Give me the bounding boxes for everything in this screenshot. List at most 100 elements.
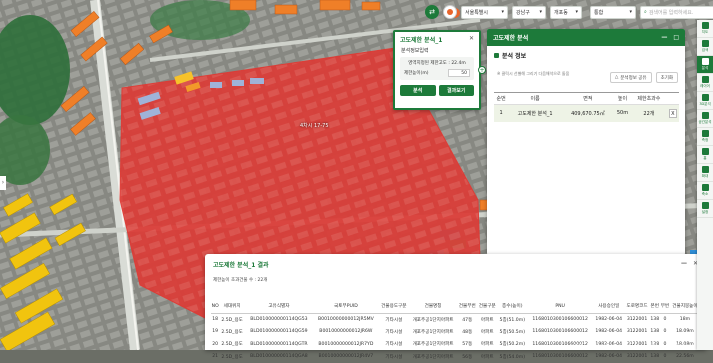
rail-item[interactable]: 측정	[697, 128, 713, 146]
minimize-icon[interactable]: —	[661, 34, 667, 41]
results-cell: 19	[211, 326, 219, 339]
table-row[interactable]: 182.5D_용도BLD010000000114QG53B00100000000…	[211, 313, 700, 326]
cell-height: 50m	[614, 105, 631, 122]
status-item: ⛰ 고도 43m	[621, 343, 642, 349]
rail-item[interactable]: 축소	[697, 182, 713, 200]
analysis-table: 순번 이름 면적 높이 제한초과수 1 고도제한 분석_1 409,670.75…	[494, 92, 679, 122]
results-panel: 고도제한 분석_1 결과 — ✕ 제한높이 초과건물 수 : 22개 NO세대위…	[205, 254, 706, 350]
analyze-button[interactable]: 분석	[400, 85, 436, 96]
popup-subtitle: 분석정보입력	[395, 47, 479, 54]
results-cell: 138	[650, 313, 660, 326]
rail-item-label: 지도	[702, 30, 708, 35]
layer-toggle-icon[interactable]: ⇄	[425, 5, 439, 19]
rail-item[interactable]: 검색	[697, 38, 713, 56]
rail-item-icon	[702, 184, 709, 191]
results-col-header: 건물명칭	[409, 300, 457, 313]
rail-item-label: 홈	[703, 156, 706, 161]
region-select-3[interactable]: 개포동▾	[550, 6, 582, 19]
panel-title: 고도제한 분석	[493, 33, 528, 42]
rail-item[interactable]: 공간분석	[697, 110, 713, 128]
results-cell: 18.09m	[670, 326, 700, 339]
results-cell: B0010000000012JR6W	[313, 326, 379, 339]
share-analysis-button[interactable]: △분석정보 공유	[610, 72, 652, 83]
results-cell: 18	[211, 313, 219, 326]
results-cell: 1982-06-04	[593, 313, 625, 326]
rail-item-label: 확대	[702, 174, 708, 179]
left-collapse-button[interactable]: ›	[0, 176, 6, 190]
results-cell: 기타시설	[379, 351, 409, 363]
col-header: 제한초과수	[631, 93, 666, 105]
limit-input[interactable]: 50	[448, 69, 470, 77]
rail-item-icon	[702, 76, 709, 83]
close-icon[interactable]: ✕	[469, 35, 474, 44]
results-cell: 47동	[457, 313, 477, 326]
minimize-icon[interactable]: —	[681, 260, 687, 269]
rail-item-label: 분석	[702, 66, 708, 71]
right-toolbar: 지도검색분석레이어3D분석공간분석측정홈확대축소설정	[697, 20, 713, 350]
rail-item[interactable]: 홈	[697, 146, 713, 164]
reset-button[interactable]: 초기화	[656, 72, 678, 83]
status-item: ◎ 위경도 37.48°, 127.08°	[570, 343, 617, 349]
results-cell: BLD010000000114QGA8	[245, 351, 313, 363]
results-cell: 1982-06-04	[593, 326, 625, 339]
results-col-header: 건물구분	[477, 300, 497, 313]
results-cell: 2.5D_용도	[219, 313, 245, 326]
add-icon[interactable]: +	[478, 66, 486, 74]
rail-item-icon	[702, 202, 709, 209]
results-cell: 1168010300106600012	[527, 313, 593, 326]
region-select-2[interactable]: 강남구▾	[512, 6, 546, 19]
results-col-header: 건물지붕높이	[670, 300, 700, 313]
results-cell: B0010000000012JR4V7	[313, 351, 379, 363]
results-cell: 3122001	[625, 351, 650, 363]
rail-item[interactable]: 3D분석	[697, 92, 713, 110]
results-col-header: 고유식별자	[245, 300, 313, 313]
results-cell: 1168010300106600012	[527, 326, 593, 339]
results-col-header: 건물부번	[457, 300, 477, 313]
results-cell: 아파트	[477, 338, 497, 351]
rail-item-icon	[702, 94, 709, 101]
status-bar: ◎ 위경도 37.48°, 127.08°⛰ 고도 43m◉ 방위 0°⤢ 축척…	[520, 342, 697, 350]
rail-item[interactable]: 확대	[697, 164, 713, 182]
results-col-header: 본번	[650, 300, 660, 313]
map-center-label: 4차시 17-75	[300, 122, 329, 129]
results-cell: 0	[660, 351, 670, 363]
results-title: 고도제한 분석_1 결과	[213, 260, 269, 269]
results-cell: 22.56m	[670, 351, 700, 363]
region-select-1[interactable]: 서울특별시 ▾	[461, 6, 508, 19]
table-row[interactable]: 212.5D_용도BLD010000000114QGA8B00100000000…	[211, 351, 700, 363]
delete-row-button[interactable]: X	[669, 109, 677, 118]
table-row[interactable]: 192.5D_용도BLD010000000114QG59B00100000000…	[211, 326, 700, 339]
results-col-header: 건물용도구분	[379, 300, 409, 313]
rail-item[interactable]: 분석	[697, 56, 713, 74]
rail-item[interactable]: 지도	[697, 20, 713, 38]
share-analysis-label: 분석정보 공유	[620, 75, 646, 81]
region-select-1-label: 서울특별시	[465, 9, 488, 16]
rail-item[interactable]: 레이어	[697, 74, 713, 92]
results-cell: 개포주공1단지아파트	[409, 313, 457, 326]
results-col-header: PNU	[527, 300, 593, 313]
table-row[interactable]: 1 고도제한 분석_1 409,670.75㎡ 50m 22개 X	[494, 105, 679, 122]
location-icon[interactable]	[443, 5, 457, 19]
rail-item-icon	[702, 112, 709, 119]
results-cell: 기타시설	[379, 326, 409, 339]
results-cell: 48동	[457, 326, 477, 339]
cell-name: 고도제한 분석_1	[508, 105, 562, 122]
search-type-select[interactable]: 통합▾	[590, 6, 636, 19]
col-header: 순번	[494, 93, 508, 105]
search-icon: ⌕	[644, 9, 647, 15]
share-icon: △	[615, 75, 618, 80]
cell-count: 22개	[631, 105, 666, 122]
rail-item[interactable]: 설정	[697, 200, 713, 218]
search-placeholder: 검색어를 입력하세요.	[649, 9, 694, 16]
section-marker-icon	[494, 53, 499, 58]
popup-title: 고도제한 분석_1	[400, 35, 442, 44]
results-cell: 138	[650, 351, 660, 363]
col-header: 높이	[614, 93, 631, 105]
chevron-down-icon: ▾	[629, 9, 632, 15]
chevron-down-icon: ▾	[501, 9, 504, 15]
results-cell: 138	[650, 326, 660, 339]
maximize-icon[interactable]: □	[673, 34, 679, 41]
height-limit-popup: 고도제한 분석_1 ✕ 분석정보입력 영역지정된 제한고도 : 22.4m 제한…	[393, 30, 481, 110]
result-view-button[interactable]: 결과보기	[439, 85, 475, 96]
search-input[interactable]: ⌕ 검색어를 입력하세요.	[640, 6, 713, 19]
